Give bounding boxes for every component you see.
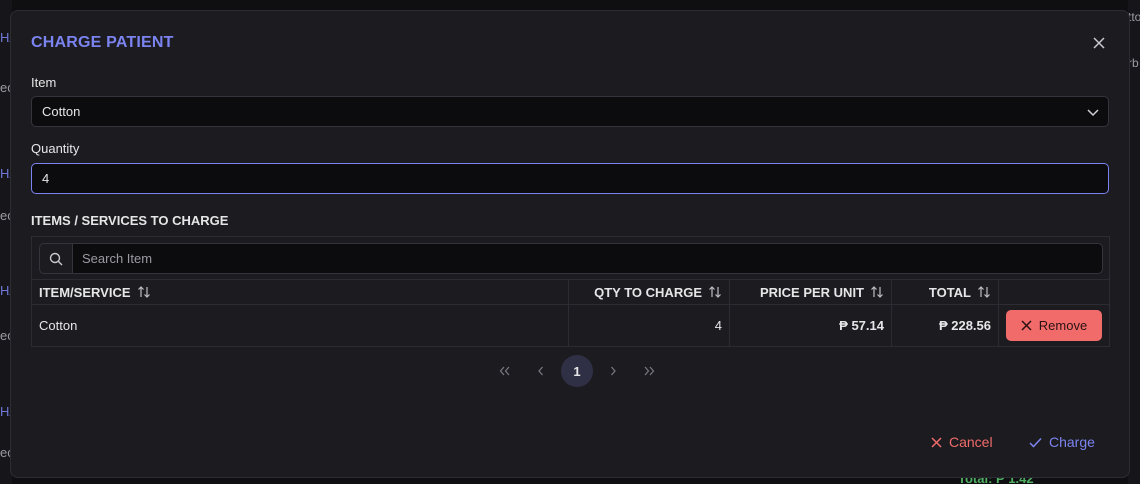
sort-icon	[708, 285, 722, 299]
item-select[interactable]: Cotton	[31, 96, 1109, 127]
prev-page-icon	[538, 366, 543, 376]
cell-item: Cotton	[32, 305, 569, 346]
sort-icon	[137, 285, 151, 299]
table-header: ITEM/SERVICE QTY TO CHARGE PRICE PER UNI…	[32, 279, 1109, 305]
close-icon	[1093, 37, 1105, 49]
item-label: Item	[31, 75, 57, 90]
cell-price: ₱ 57.14	[730, 305, 892, 346]
quantity-input[interactable]: 4	[31, 163, 1109, 194]
cancel-button[interactable]: Cancel	[931, 434, 993, 450]
first-page-button[interactable]	[489, 355, 521, 387]
column-header-item[interactable]: ITEM/SERVICE	[32, 280, 569, 304]
first-page-icon	[499, 366, 510, 376]
quantity-label: Quantity	[31, 141, 80, 156]
next-page-button[interactable]	[597, 355, 629, 387]
last-page-icon	[644, 366, 655, 376]
charge-button-label: Charge	[1049, 434, 1095, 450]
column-header-label: QTY TO CHARGE	[594, 284, 702, 300]
cell-qty: 4	[569, 305, 730, 346]
next-page-icon	[611, 366, 616, 376]
close-button[interactable]	[1089, 33, 1109, 53]
charge-button[interactable]: Charge	[1029, 434, 1095, 450]
section-title: ITEMS / SERVICES TO CHARGE	[31, 213, 229, 228]
cell-actions: Remove	[999, 305, 1109, 346]
modal-title: CHARGE PATIENT	[31, 34, 174, 51]
x-icon	[931, 436, 942, 448]
table-row: Cotton 4 ₱ 57.14 ₱ 228.56 Remove	[32, 305, 1109, 346]
search-icon	[49, 252, 63, 265]
cancel-button-label: Cancel	[949, 434, 993, 450]
last-page-button[interactable]	[633, 355, 665, 387]
pagination: 1	[487, 355, 667, 387]
check-icon	[1029, 437, 1042, 448]
column-header-qty[interactable]: QTY TO CHARGE	[569, 280, 730, 304]
charge-items-table: Search Item ITEM/SERVICE QTY TO CHARGE P…	[31, 236, 1110, 347]
item-select-value: Cotton	[42, 104, 81, 119]
search-input[interactable]: Search Item	[72, 243, 1103, 274]
charge-patient-modal: CHARGE PATIENT Item Cotton Quantity 4 IT…	[10, 10, 1130, 478]
sort-icon	[870, 285, 884, 299]
page-button-1[interactable]: 1	[561, 355, 593, 387]
remove-button-label: Remove	[1038, 318, 1088, 333]
remove-button[interactable]: Remove	[1006, 310, 1102, 341]
x-icon	[1021, 320, 1032, 331]
prev-page-button[interactable]	[525, 355, 557, 387]
column-header-total[interactable]: TOTAL	[892, 280, 999, 304]
search-bar: Search Item	[39, 243, 1103, 274]
search-icon-box	[39, 243, 72, 274]
column-header-label: TOTAL	[928, 284, 971, 300]
column-header-label: PRICE PER UNIT	[759, 284, 864, 300]
chevron-down-icon	[1087, 109, 1099, 117]
cell-total: ₱ 228.56	[892, 305, 999, 346]
column-header-label: ITEM/SERVICE	[39, 284, 131, 300]
sort-icon	[977, 285, 991, 299]
column-header-actions	[999, 280, 1109, 304]
column-header-price[interactable]: PRICE PER UNIT	[730, 280, 892, 304]
